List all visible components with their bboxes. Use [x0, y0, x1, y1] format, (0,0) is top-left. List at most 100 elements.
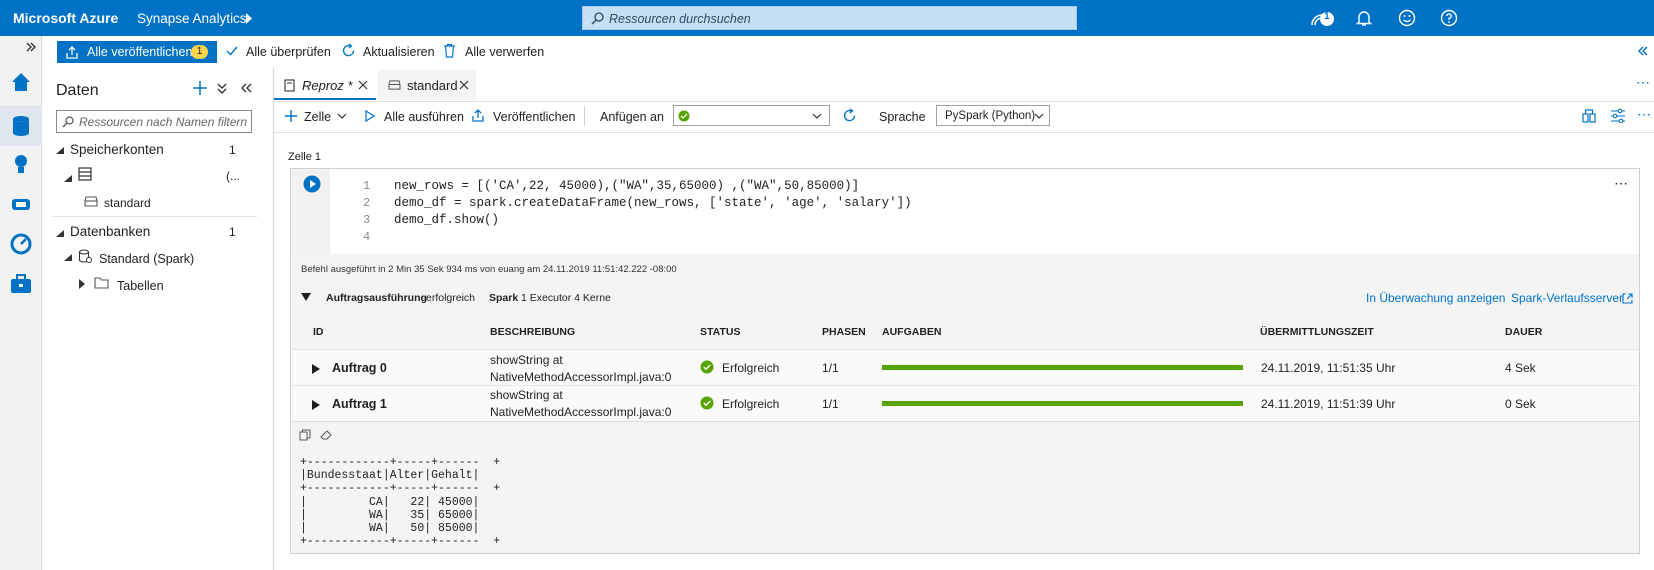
copy-icon[interactable] — [299, 429, 311, 441]
service-breadcrumb[interactable]: Synapse Analytics — [137, 11, 247, 26]
variables-icon[interactable] — [1581, 108, 1597, 123]
expand-rail-icon[interactable] — [26, 42, 36, 52]
job-description-line1: showString at — [490, 388, 563, 402]
eraser-icon[interactable] — [320, 429, 333, 441]
validate-all-button[interactable]: Alle überprüfen — [246, 45, 331, 59]
upload-icon — [471, 108, 485, 122]
add-icon[interactable] — [192, 80, 208, 96]
run-all-button[interactable]: Alle ausführen — [384, 110, 464, 124]
col-header-duration: DAUER — [1505, 326, 1543, 338]
spark-info: 1 Executor 4 Kerne — [521, 292, 611, 304]
col-header-phases: PHASEN — [822, 326, 866, 338]
databases-section[interactable]: Datenbanken — [70, 224, 150, 239]
close-icon[interactable] — [459, 80, 469, 90]
caret-down-icon[interactable] — [64, 175, 72, 183]
storage-account-icon — [78, 167, 92, 181]
left-nav-rail — [0, 36, 42, 570]
chevron-right-icon[interactable] — [245, 13, 253, 24]
publish-all-button[interactable]: Alle veröffentlichen 1 — [57, 41, 217, 63]
close-icon[interactable] — [358, 80, 368, 90]
external-link-icon[interactable] — [1622, 293, 1633, 304]
orchestrate-icon[interactable] — [9, 192, 33, 216]
attach-to-select[interactable] — [673, 105, 830, 126]
search-icon — [62, 116, 74, 128]
language-label: Sprache — [879, 110, 926, 124]
language-value: PySpark (Python) — [945, 110, 1036, 122]
monitor-icon[interactable] — [9, 232, 33, 256]
publish-button[interactable]: Veröffentlichen — [493, 110, 575, 124]
spark-label: Spark — [489, 292, 519, 304]
more-options-icon[interactable]: ⋯ — [1636, 74, 1650, 91]
home-icon[interactable] — [9, 70, 33, 94]
job-execution-status: erfolgreich — [426, 292, 476, 304]
settings-sliders-icon[interactable] — [1610, 108, 1626, 123]
line-number: 3 — [363, 213, 371, 227]
global-search-input[interactable]: Ressourcen durchsuchen — [582, 6, 1077, 30]
search-icon — [591, 12, 604, 25]
develop-icon[interactable] — [9, 152, 33, 176]
database-standard-spark[interactable]: Standard (Spark) — [99, 252, 194, 266]
job-status: Erfolgreich — [722, 397, 780, 411]
storage-container-standard[interactable]: standard — [104, 196, 151, 210]
caret-down-icon[interactable] — [301, 293, 311, 301]
refresh-icon[interactable] — [842, 108, 857, 123]
caret-right-icon[interactable] — [79, 279, 85, 289]
result-table-text: +------------+-----+------ + |Bundesstaa… — [300, 456, 501, 549]
container-icon — [84, 195, 98, 207]
tab-reproz[interactable]: Reproz * — [274, 70, 376, 100]
caret-down-icon[interactable] — [56, 230, 64, 238]
chevron-down-icon[interactable] — [337, 113, 347, 119]
caret-right-icon[interactable] — [312, 364, 320, 374]
divider — [291, 421, 1639, 422]
col-header-submitted: ÜBERMITTLUNGSZEIT — [1260, 326, 1374, 338]
col-header-description: BESCHREIBUNG — [490, 326, 576, 338]
manage-icon[interactable] — [9, 272, 33, 296]
storage-account-name[interactable]: (... — [226, 169, 240, 183]
storage-count: 1 — [229, 143, 236, 157]
task-progress-bar — [882, 365, 1243, 370]
smiley-feedback-icon[interactable] — [1398, 9, 1416, 27]
language-select[interactable]: PySpark (Python) — [936, 105, 1050, 126]
checkmark-icon — [226, 45, 238, 57]
more-options-icon[interactable]: ⋯ — [1637, 106, 1651, 123]
code-line-3: demo_df.show() — [394, 213, 500, 227]
brand-title[interactable]: Microsoft Azure — [13, 10, 118, 26]
tab-standard[interactable]: standard — [378, 70, 476, 100]
add-cell-icon — [284, 109, 298, 123]
data-icon[interactable] — [9, 114, 33, 138]
tab-label: Reproz * — [302, 78, 353, 93]
collapse-all-icon[interactable] — [217, 83, 227, 94]
job-submitted: 24.11.2019, 11:51:39 Uhr — [1261, 397, 1396, 411]
storage-accounts-section[interactable]: Speicherkonten — [70, 142, 164, 157]
spark-history-link[interactable]: Spark-Verlaufsserver — [1511, 291, 1623, 305]
success-check-icon — [700, 396, 714, 410]
refresh-button[interactable]: Aktualisieren — [363, 45, 435, 59]
run-cell-icon[interactable] — [303, 175, 321, 193]
execution-info: Befehl ausgeführt in 2 Min 35 Sek 934 ms… — [301, 264, 677, 275]
task-progress-bar — [882, 401, 1243, 406]
search-placeholder: Ressourcen durchsuchen — [609, 12, 751, 26]
job-submitted: 24.11.2019, 11:51:35 Uhr — [1261, 361, 1396, 375]
notification-count: 1 — [1324, 11, 1330, 22]
publish-all-label: Alle veröffentlichen — [87, 45, 193, 59]
publish-count-badge: 1 — [191, 45, 208, 59]
help-icon[interactable] — [1440, 9, 1458, 27]
cell-title: Zelle 1 — [288, 151, 322, 163]
run-icon — [365, 110, 375, 122]
notifications-feed-icon[interactable]: 1 — [1310, 9, 1336, 29]
col-header-status: STATUS — [700, 326, 741, 338]
bell-icon[interactable] — [1355, 9, 1373, 27]
cell-more-icon[interactable]: ⋯ — [1614, 175, 1628, 192]
add-cell-button[interactable]: Zelle — [304, 110, 331, 124]
discard-all-button[interactable]: Alle verwerfen — [465, 45, 544, 59]
collapse-panel-icon[interactable] — [241, 83, 252, 93]
caret-down-icon[interactable] — [56, 147, 64, 155]
collapse-right-icon[interactable] — [1638, 46, 1648, 56]
monitor-link[interactable]: In Überwachung anzeigen — [1366, 291, 1505, 305]
tables-folder[interactable]: Tabellen — [117, 279, 164, 293]
col-header-id: ID — [313, 326, 324, 338]
filter-resources-input[interactable]: Ressourcen nach Namen filtern — [56, 110, 252, 133]
database-icon — [78, 249, 92, 263]
caret-down-icon[interactable] — [64, 254, 72, 262]
caret-right-icon[interactable] — [312, 400, 320, 410]
